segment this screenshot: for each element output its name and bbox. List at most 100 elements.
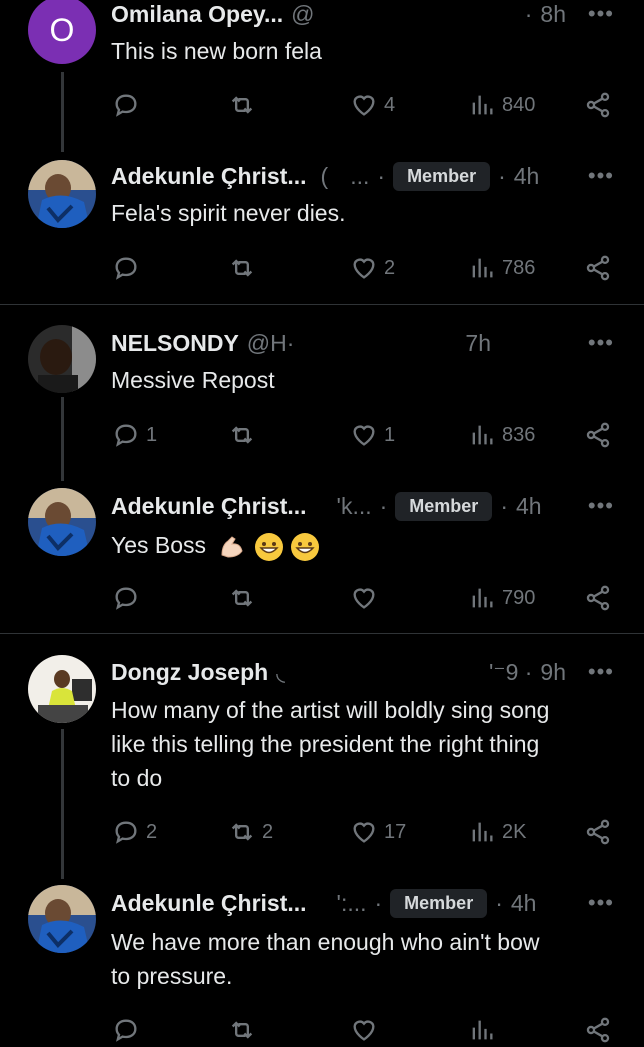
more-dots-icon[interactable]: ••• [588, 159, 614, 193]
post-time[interactable]: 8h [540, 1, 566, 28]
views-button[interactable]: 836 [468, 418, 535, 452]
avatar[interactable] [28, 325, 96, 393]
like-button[interactable]: 4 [350, 88, 395, 122]
reply-button[interactable] [112, 581, 140, 615]
repost-button[interactable] [228, 418, 256, 452]
views-icon [472, 95, 493, 115]
views-icon [472, 588, 493, 608]
avatar[interactable] [28, 160, 96, 228]
heart-icon [353, 258, 375, 279]
share-button[interactable] [584, 1013, 612, 1047]
separator-dot: · [524, 0, 533, 27]
member-badge[interactable]: Member [395, 491, 493, 521]
more-dots-icon[interactable]: ••• [588, 886, 614, 920]
like-count: 4 [384, 93, 396, 116]
separator-dot: · [498, 162, 506, 189]
post-time[interactable]: 9h [540, 659, 566, 686]
author-name[interactable]: Omilana Opey... [111, 1, 283, 28]
share-icon [586, 92, 610, 118]
author-name[interactable]: Adekunle Çhrist... [111, 493, 307, 520]
avatar-image [28, 655, 96, 723]
repost-icon [231, 96, 253, 114]
more-dots-icon[interactable]: ••• [588, 326, 614, 360]
views-count: 836 [502, 423, 536, 446]
divider [0, 633, 644, 634]
repost-icon [231, 1021, 253, 1039]
post-time[interactable]: 7h [465, 330, 491, 357]
views-button[interactable]: 2K [468, 815, 526, 849]
more-dots-icon[interactable]: ••• [588, 0, 614, 31]
repost-count: 2 [262, 820, 274, 843]
author-handle-tail[interactable]: '⁻9 · [489, 659, 532, 686]
author-handle[interactable]: 'k... [337, 493, 372, 520]
views-count: 786 [502, 256, 536, 279]
share-icon [586, 819, 610, 845]
avatar[interactable] [28, 655, 96, 723]
post-text: Fela's spirit never dies. [111, 196, 621, 230]
repost-button[interactable] [228, 251, 256, 285]
author-name[interactable]: Adekunle Çhrist... [111, 163, 307, 190]
reply-button[interactable] [112, 1013, 140, 1047]
share-button[interactable] [584, 88, 612, 122]
share-button[interactable] [584, 815, 612, 849]
post-time[interactable]: 4h [511, 890, 537, 917]
divider [0, 304, 644, 305]
like-button[interactable]: 1 [350, 418, 395, 452]
like-button[interactable]: 17 [350, 815, 406, 849]
reply-count: 1 [146, 423, 158, 446]
like-button[interactable] [350, 581, 378, 615]
repost-icon [231, 426, 253, 444]
repost-button[interactable] [228, 88, 256, 122]
avatar[interactable] [28, 885, 96, 953]
author-handle-tail[interactable]: ... [350, 163, 369, 190]
like-count: 2 [384, 256, 396, 279]
avatar-image [28, 488, 96, 556]
views-button[interactable]: 840 [468, 88, 535, 122]
post-time[interactable]: 4h [514, 163, 540, 190]
more-dots-icon[interactable]: ••• [588, 489, 614, 523]
action-bar: 2 786 [0, 251, 644, 285]
text-line: Yes Boss [111, 532, 207, 558]
reply-button[interactable] [112, 88, 140, 122]
views-button[interactable]: 790 [468, 581, 535, 615]
repost-button[interactable] [228, 581, 256, 615]
author-name[interactable]: Adekunle Çhrist... [111, 890, 307, 917]
author-name[interactable]: Dongz Joseph [111, 659, 268, 686]
reply-icon [115, 257, 137, 280]
share-button[interactable] [584, 581, 612, 615]
member-badge[interactable]: Member [393, 161, 491, 191]
reply-button[interactable]: 1 [112, 418, 157, 452]
like-button[interactable] [350, 1013, 378, 1047]
repost-icon [231, 823, 253, 841]
views-button[interactable] [468, 1013, 496, 1047]
member-badge[interactable]: Member [390, 888, 488, 918]
reply-icon [115, 821, 137, 844]
views-icon [472, 822, 493, 842]
avatar[interactable] [28, 488, 96, 556]
author-handle[interactable]: ( [321, 163, 329, 190]
post-time[interactable]: 4h [516, 493, 542, 520]
views-count: 2K [502, 820, 527, 843]
avatar[interactable]: O [28, 0, 96, 64]
author-handle[interactable]: @H· [247, 330, 295, 357]
views-button[interactable]: 786 [468, 251, 535, 285]
repost-button[interactable]: 2 [228, 815, 273, 849]
separator-dot: · [495, 889, 503, 916]
action-bar: 4 840 [0, 88, 644, 122]
share-button[interactable] [584, 251, 612, 285]
views-icon [472, 1020, 493, 1040]
share-button[interactable] [584, 418, 612, 452]
post-text: We have more than enough who ain't bow t… [111, 925, 621, 993]
more-dots-icon[interactable]: ••• [588, 655, 614, 689]
author-handle[interactable]: @ [291, 1, 314, 28]
separator-dot: · [374, 889, 383, 916]
views-icon [472, 258, 493, 278]
author-handle[interactable]: ':... [337, 890, 367, 917]
author-name[interactable]: NELSONDY [111, 330, 239, 357]
reply-button[interactable]: 2 [112, 815, 157, 849]
repost-button[interactable] [228, 1013, 256, 1047]
reply-button[interactable] [112, 251, 140, 285]
avatar-letter: O [49, 11, 75, 48]
like-button[interactable]: 2 [350, 251, 395, 285]
post-text: Yes Boss [111, 528, 621, 562]
